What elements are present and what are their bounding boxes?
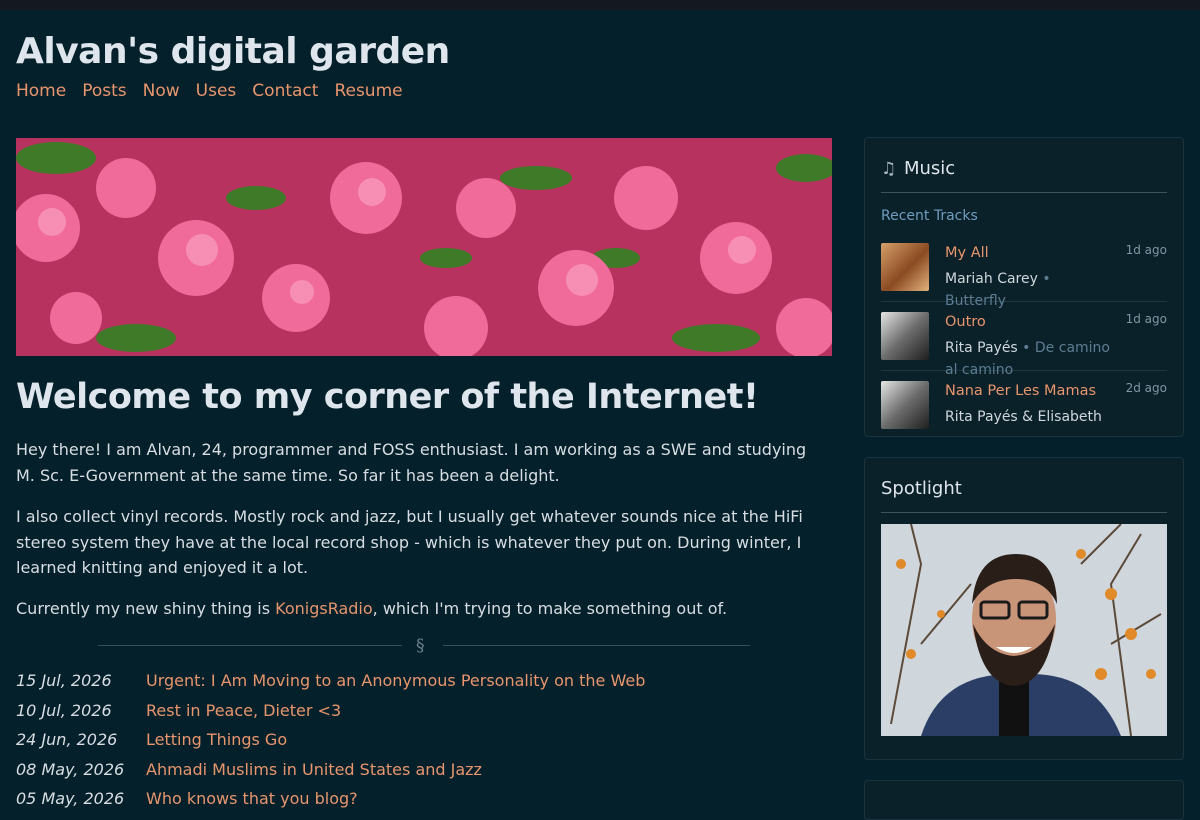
- section-divider: §: [98, 636, 750, 656]
- welcome-heading: Welcome to my corner of the Internet!: [16, 377, 759, 417]
- post-row: 08 May, 2026 Ahmadi Muslims in United St…: [16, 755, 836, 785]
- track-artist: Rita Payés & Elisabeth: [945, 409, 1102, 425]
- nav-home[interactable]: Home: [16, 81, 66, 101]
- post-list: 15 Jul, 2026 Urgent: I Am Moving to an A…: [16, 666, 836, 814]
- meta-separator: •: [1037, 271, 1051, 287]
- post-link[interactable]: Ahmadi Muslims in United States and Jazz: [146, 760, 482, 779]
- site-title[interactable]: Alvan's digital garden: [16, 31, 450, 72]
- intro-paragraph-1: Hey there! I am Alvan, 24, programmer an…: [16, 440, 807, 485]
- divider-line-left: [98, 645, 402, 646]
- post-row: 10 Jul, 2026 Rest in Peace, Dieter <3: [16, 696, 836, 726]
- post-date: 08 May, 2026: [16, 759, 125, 779]
- music-heading: ♫ Music: [881, 158, 1167, 193]
- spotlight-heading: Spotlight: [881, 478, 1167, 513]
- album-cover: [881, 243, 929, 291]
- intro-paragraph-3: Currently my new shiny thing is KonigsRa…: [16, 596, 826, 622]
- post-date: 24 Jun, 2026: [16, 730, 118, 750]
- post-date: 15 Jul, 2026: [16, 671, 112, 691]
- nav-uses[interactable]: Uses: [196, 81, 237, 101]
- music-widget: ♫ Music Recent Tracks My All Mariah Care…: [864, 137, 1184, 437]
- nav-resume[interactable]: Resume: [334, 81, 402, 101]
- post-row: 15 Jul, 2026 Urgent: I Am Moving to an A…: [16, 666, 836, 696]
- album-cover: [881, 381, 929, 429]
- track-time: 1d ago: [1125, 312, 1167, 326]
- sidebar-widget: [864, 780, 1184, 820]
- track-title[interactable]: My All: [945, 245, 989, 261]
- track-time: 2d ago: [1125, 381, 1167, 395]
- track-time: 1d ago: [1125, 243, 1167, 257]
- track-title[interactable]: Nana Per Les Mamas: [945, 383, 1096, 399]
- track-item[interactable]: Nana Per Les Mamas Rita Payés & Elisabet…: [881, 371, 1167, 436]
- hero-image: [16, 138, 832, 356]
- track-artist: Mariah Carey: [945, 271, 1038, 287]
- main-nav: Home Posts Now Uses Contact Resume: [16, 81, 403, 101]
- track-meta: Rita Payés & Elisabeth: [945, 406, 1115, 428]
- track-item[interactable]: My All Mariah Carey • Butterfly 1d ago: [881, 233, 1167, 309]
- music-note-icon: ♫: [881, 159, 897, 179]
- section-sign-icon: §: [416, 636, 425, 656]
- intro-text: Currently my new shiny thing is: [16, 599, 276, 618]
- nav-contact[interactable]: Contact: [252, 81, 318, 101]
- konigsradio-link[interactable]: KonigsRadio: [275, 599, 373, 618]
- meta-separator: •: [1017, 340, 1035, 356]
- nav-now[interactable]: Now: [143, 81, 180, 101]
- spotlight-widget: Spotlight: [864, 457, 1184, 760]
- post-row: 05 May, 2026 Who knows that you blog?: [16, 784, 836, 814]
- spotlight-photo: [881, 524, 1167, 736]
- post-link[interactable]: Rest in Peace, Dieter <3: [146, 701, 341, 720]
- azalea-flowers-image: [16, 138, 832, 356]
- divider-line-right: [443, 645, 750, 646]
- post-date: 10 Jul, 2026: [16, 700, 112, 720]
- intro-paragraph-2: I also collect vinyl records. Mostly roc…: [16, 507, 803, 577]
- track-item[interactable]: Outro Rita Payés • De camino al camino 1…: [881, 302, 1167, 378]
- track-artist: Rita Payés: [945, 340, 1018, 356]
- music-heading-label: Music: [903, 158, 956, 179]
- post-row: 24 Jun, 2026 Letting Things Go: [16, 725, 836, 755]
- nav-posts[interactable]: Posts: [82, 81, 126, 101]
- track-title[interactable]: Outro: [945, 314, 986, 330]
- post-link[interactable]: Urgent: I Am Moving to an Anonymous Pers…: [146, 671, 645, 690]
- top-bar: [0, 0, 1200, 10]
- recent-tracks-label: Recent Tracks: [881, 208, 978, 224]
- portrait-photo-image: [881, 524, 1167, 736]
- album-cover: [881, 312, 929, 360]
- post-link[interactable]: Letting Things Go: [146, 730, 287, 749]
- post-link[interactable]: Who knows that you blog?: [146, 789, 358, 808]
- track-list: My All Mariah Carey • Butterfly 1d ago O…: [881, 233, 1167, 436]
- intro-text-end: , which I'm trying to make something out…: [372, 599, 728, 618]
- post-date: 05 May, 2026: [16, 789, 125, 809]
